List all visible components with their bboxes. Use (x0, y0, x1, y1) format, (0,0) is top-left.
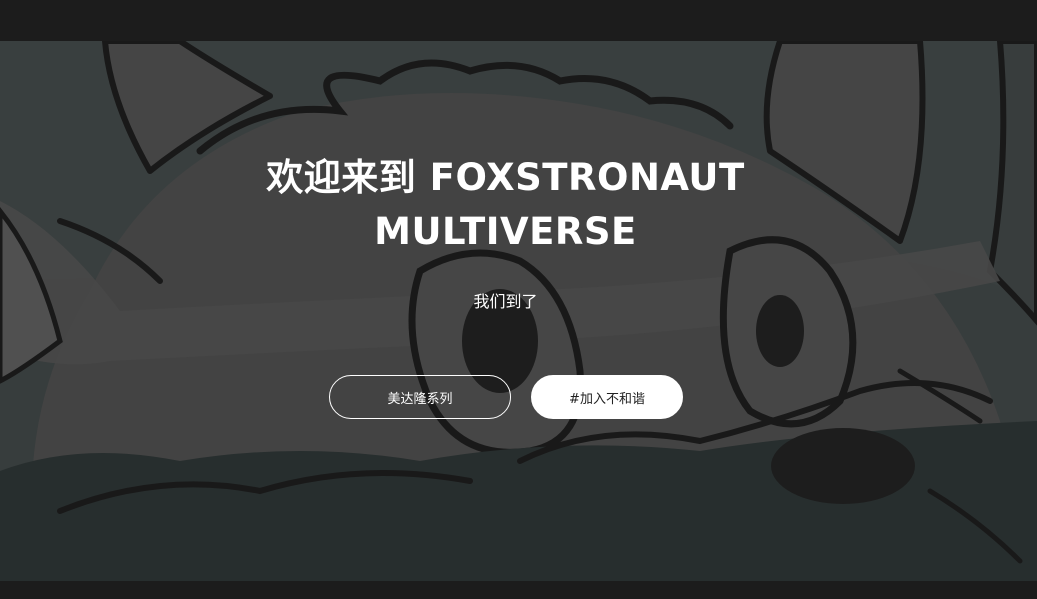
hero-subtitle: 我们到了 (473, 292, 538, 311)
hero-section: 欢迎来到 FOXSTRONAUT MULTIVERSE 我们到了 美达隆系列 #… (0, 41, 1037, 581)
collection-button[interactable]: 美达隆系列 (329, 375, 511, 419)
top-bar (0, 0, 1037, 41)
join-discord-button[interactable]: #加入不和谐 (531, 375, 683, 419)
hero-title: 欢迎来到 FOXSTRONAUT MULTIVERSE (266, 156, 745, 253)
bottom-bar (0, 581, 1037, 599)
